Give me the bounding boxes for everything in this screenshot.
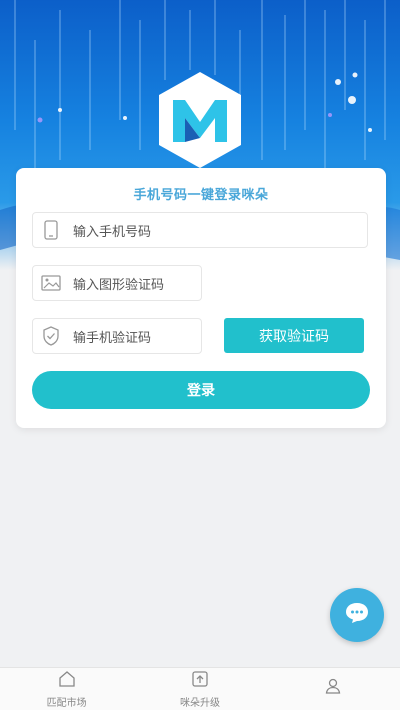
- phone-placeholder: 输入手机号码: [73, 224, 152, 240]
- upgrade-icon: [191, 670, 209, 692]
- phone-icon: [33, 213, 69, 247]
- phone-field[interactable]: 输入手机号码: [32, 212, 368, 248]
- login-button[interactable]: 登录: [32, 371, 370, 409]
- login-title: 手机号码一键登录咪朵: [133, 188, 269, 203]
- sms-code-field[interactable]: 输手机验证码: [32, 318, 202, 354]
- image-icon: [33, 266, 69, 300]
- tab-upgrade-label: 咪朵升级: [179, 697, 220, 709]
- home-icon: [58, 670, 76, 692]
- chat-icon: [344, 601, 370, 629]
- get-code-button[interactable]: 获取验证码: [224, 318, 364, 353]
- app-logo: [155, 70, 245, 170]
- shield-icon: [33, 319, 69, 353]
- chat-button[interactable]: [330, 588, 384, 642]
- user-icon: [324, 677, 342, 699]
- tab-market-label: 匹配市场: [46, 697, 87, 709]
- sms-placeholder: 输手机验证码: [73, 330, 152, 346]
- tab-market[interactable]: 匹配市场: [0, 668, 133, 710]
- tab-upgrade[interactable]: 咪朵升级: [133, 668, 266, 710]
- bottom-tab-bar: 匹配市场 咪朵升级: [0, 667, 400, 710]
- tab-profile[interactable]: [267, 668, 400, 710]
- captcha-placeholder: 输入图形验证码: [73, 277, 165, 293]
- captcha-field[interactable]: 输入图形验证码: [32, 265, 202, 301]
- login-card: 手机号码一键登录咪朵 输入手机号码 输入图形验证码 输手机验证码 获取验证码 登…: [16, 168, 386, 428]
